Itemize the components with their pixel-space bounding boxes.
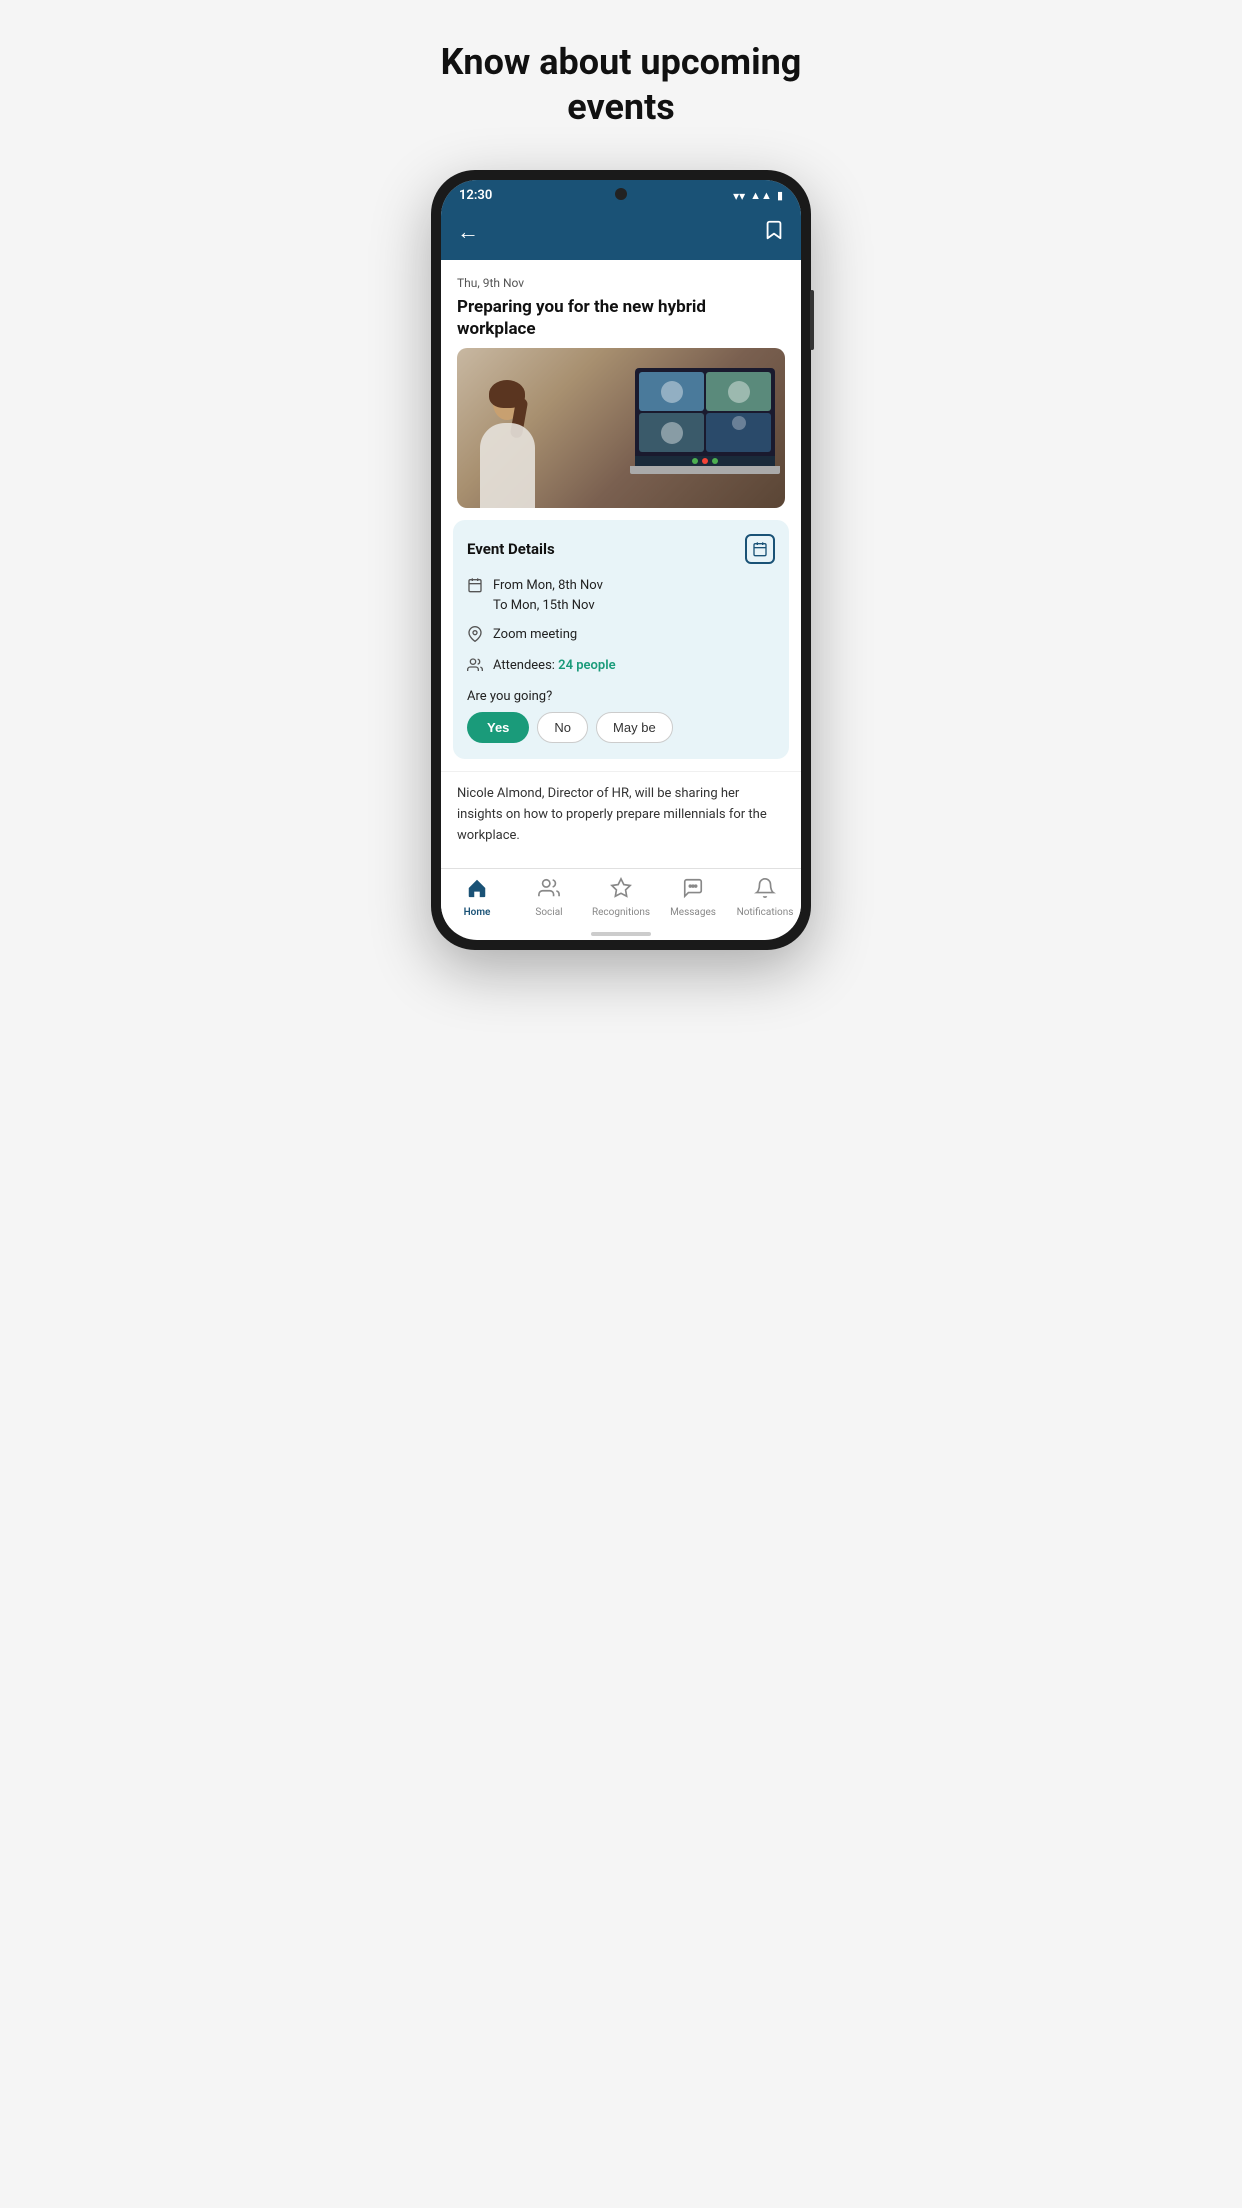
nav-recognitions[interactable]: Recognitions: [585, 877, 657, 918]
event-date-text: From Mon, 8th Nov To Mon, 15th Nov: [493, 576, 603, 615]
messages-label: Messages: [670, 907, 716, 918]
event-date: Thu, 9th Nov: [457, 276, 785, 290]
phone-camera: [615, 188, 627, 200]
person-silhouette: [477, 378, 557, 508]
event-attendees-row: Attendees: 24 people: [467, 656, 775, 677]
going-question: Are you going?: [467, 689, 775, 704]
nav-social[interactable]: Social: [513, 877, 585, 918]
page-title: Know about upcoming events: [421, 40, 821, 130]
phone-frame: 12:30 ▾▾ ▲▲ ▮ ← Thu, 9th Nov Preparing y…: [431, 170, 811, 950]
notifications-icon: [754, 877, 776, 904]
phone-screen: 12:30 ▾▾ ▲▲ ▮ ← Thu, 9th Nov Preparing y…: [441, 180, 801, 940]
event-date-row: From Mon, 8th Nov To Mon, 15th Nov: [467, 576, 775, 615]
event-details-title: Event Details: [467, 540, 555, 558]
maybe-button[interactable]: May be: [596, 712, 673, 743]
event-description: Nicole Almond, Director of HR, will be s…: [441, 771, 801, 862]
messages-icon: [682, 877, 704, 904]
attendees-icon: [467, 657, 483, 677]
signal-icon: ▲▲: [750, 189, 772, 202]
app-header: ←: [441, 209, 801, 260]
laptop-container: [635, 368, 775, 468]
status-icons: ▾▾ ▲▲ ▮: [733, 189, 783, 203]
bottom-nav: Home Social: [441, 868, 801, 928]
attendees-count-link[interactable]: 24 people: [558, 658, 615, 673]
calendar-icon: [467, 577, 483, 597]
status-time: 12:30: [459, 188, 492, 203]
add-to-calendar-button[interactable]: [745, 534, 775, 564]
social-label: Social: [535, 907, 562, 918]
event-image: [457, 348, 785, 508]
recognitions-icon: [610, 877, 632, 904]
event-details-card: Event Details: [453, 520, 789, 759]
battery-icon: ▮: [777, 189, 783, 202]
swipe-indicator: [591, 932, 651, 936]
location-icon: [467, 626, 483, 646]
nav-notifications[interactable]: Notifications: [729, 877, 801, 918]
home-label: Home: [464, 907, 491, 918]
event-location-row: Zoom meeting: [467, 625, 775, 646]
event-title: Preparing you for the new hybrid workpla…: [457, 296, 785, 340]
back-button[interactable]: ←: [457, 222, 479, 244]
event-location-text: Zoom meeting: [493, 625, 577, 645]
notifications-label: Notifications: [737, 907, 794, 918]
going-buttons: Yes No May be: [467, 712, 775, 743]
social-icon: [538, 877, 560, 904]
scroll-content: Thu, 9th Nov Preparing you for the new h…: [441, 260, 801, 868]
recognitions-label: Recognitions: [592, 907, 650, 918]
nav-messages[interactable]: Messages: [657, 877, 729, 918]
yes-button[interactable]: Yes: [467, 712, 529, 743]
going-section: Are you going? Yes No May be: [467, 689, 775, 743]
wifi-icon: ▾▾: [733, 189, 745, 203]
bookmark-button[interactable]: [763, 219, 785, 246]
event-attendees-text: Attendees: 24 people: [493, 656, 616, 676]
event-details-header: Event Details: [467, 534, 775, 564]
home-icon: [466, 877, 488, 904]
event-header: Thu, 9th Nov Preparing you for the new h…: [441, 260, 801, 348]
no-button[interactable]: No: [537, 712, 588, 743]
nav-home[interactable]: Home: [441, 877, 513, 918]
laptop-screen: [635, 368, 775, 456]
